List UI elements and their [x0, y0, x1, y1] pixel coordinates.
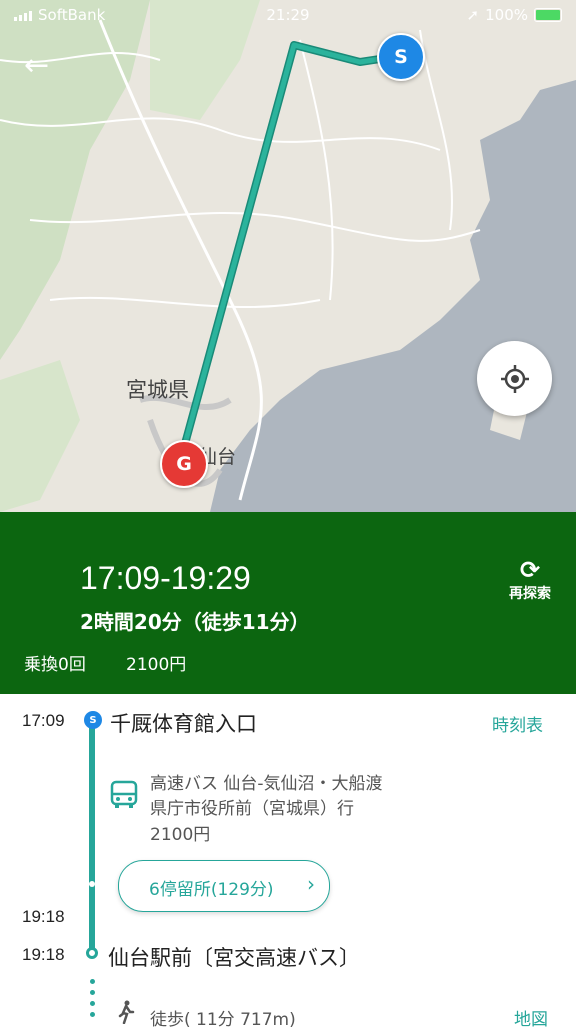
- route-midpoint: [89, 881, 95, 887]
- start-marker[interactable]: S: [377, 33, 425, 81]
- arrive-time-1: 19:18: [22, 907, 65, 926]
- route-summary: 17:09-19:29 2時間20分（徒歩11分） 乗換0回 2100円 ⟳ 再…: [0, 512, 576, 694]
- timetable-link[interactable]: 時刻表: [492, 711, 543, 736]
- transfer-count: 乗換0回: [24, 655, 86, 675]
- back-arrow-icon[interactable]: ←: [24, 50, 56, 82]
- crosshair-icon: [500, 364, 529, 393]
- stops-count-label: 6停留所(129分): [149, 880, 274, 900]
- map-link[interactable]: 地図: [514, 1005, 548, 1030]
- stops-count-button[interactable]: 6停留所(129分) ›: [118, 860, 330, 912]
- location-arrow-icon: ➚: [466, 6, 480, 24]
- arrive-marker: [86, 947, 98, 959]
- depart-time: 17:09: [22, 711, 65, 730]
- research-button[interactable]: ⟳ 再探索: [500, 557, 560, 603]
- depart-marker: S: [84, 711, 102, 729]
- bus-destination: 県庁市役所前（宮城県）行: [150, 799, 354, 819]
- route-map[interactable]: SoftBank 21:29 ➚ 100% ← 宮城県 仙台 S G: [0, 0, 576, 512]
- bus-fare: 2100円: [150, 825, 211, 845]
- chevron-right-icon: ›: [307, 872, 315, 896]
- time-range: 17:09-19:29: [80, 560, 251, 596]
- walk-info: 徒歩( 11分 717m): [150, 1010, 296, 1030]
- depart-stop[interactable]: 千厩体育館入口: [110, 708, 257, 738]
- arrive-stop[interactable]: 仙台駅前〔宮交高速バス〕: [108, 942, 360, 972]
- duration: 2時間20分（徒歩11分）: [80, 610, 310, 634]
- battery-icon: [534, 8, 562, 22]
- refresh-search-icon: ⟳: [519, 556, 541, 584]
- goal-marker[interactable]: G: [160, 440, 208, 488]
- battery-percent: 100%: [485, 6, 528, 24]
- arrive-time-2: 19:18: [22, 945, 65, 964]
- map-label-prefecture: 宮城県: [126, 378, 189, 402]
- bus-line-name: 高速バス 仙台-気仙沼・大船渡: [150, 774, 383, 794]
- route-line: [89, 722, 95, 950]
- research-label: 再探索: [509, 586, 551, 602]
- route-detail: S 17:09 千厩体育館入口 時刻表 高速バス 仙台-気仙沼・大船渡 県庁市役…: [0, 694, 576, 1030]
- current-location-button[interactable]: [477, 341, 552, 416]
- map-background: [0, 0, 576, 512]
- bus-icon: [110, 780, 138, 808]
- walk-dots: [90, 979, 95, 1023]
- status-bar: SoftBank 21:29 ➚ 100%: [14, 6, 562, 26]
- total-fare: 2100円: [126, 655, 187, 675]
